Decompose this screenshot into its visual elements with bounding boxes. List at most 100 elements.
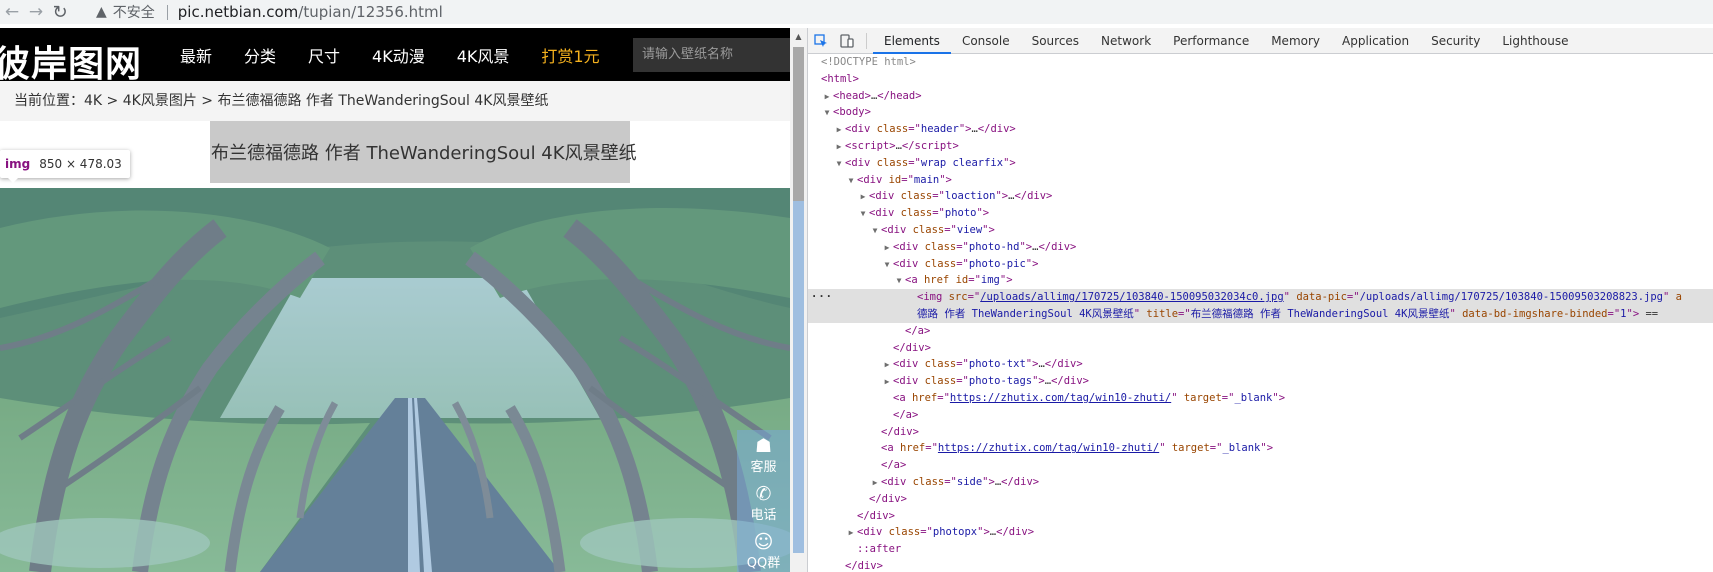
dom-node-main-div[interactable]: ▼ <div id="main"> — [808, 172, 1713, 189]
dom-node-a-close[interactable]: </a> — [808, 407, 1713, 424]
collapsed-ellipsis: … — [870, 89, 878, 102]
dom-node-img-selected[interactable]: ··· <img src="/uploads/allimg/170725/1038… — [808, 289, 1713, 306]
collapse-triangle-icon[interactable]: ▼ — [821, 105, 833, 122]
zhutix-link[interactable]: https://zhutix.com/tag/win10-zhuti/ — [950, 392, 1171, 404]
tab-application[interactable]: Application — [1331, 28, 1420, 54]
nav-4k-landscape[interactable]: 4K风景 — [457, 43, 510, 67]
dom-node-photopx-div[interactable]: ▶ <div class="photopx">…</div> — [808, 524, 1713, 541]
reload-button[interactable]: ↻ — [48, 0, 72, 24]
warning-icon[interactable]: ▲ — [96, 4, 107, 20]
dom-node-photo-pic-div[interactable]: ▼ <div class="photo-pic"> — [808, 256, 1713, 273]
dom-node-wrap-div[interactable]: ▼ <div class="wrap clearfix"> — [808, 155, 1713, 172]
attr-value: wrap clearfix — [920, 156, 1004, 169]
nav-4k-anime[interactable]: 4K动漫 — [372, 43, 425, 67]
dom-node-header-div[interactable]: ▶ <div class="header">…</div> — [808, 121, 1713, 138]
qq-group-button[interactable]: ☺ QQ群 — [737, 526, 790, 572]
dom-node-a-close[interactable]: </a> — [808, 457, 1713, 474]
dom-node-view-div[interactable]: ▼ <div class="view"> — [808, 222, 1713, 239]
attr-value: 1 — [1620, 307, 1627, 320]
wallpaper-image[interactable] — [0, 188, 790, 572]
dom-node-photo-hd-div[interactable]: ▶ <div class="photo-hd">…</div> — [808, 239, 1713, 256]
collapse-triangle-icon[interactable]: ▼ — [881, 257, 893, 274]
device-toolbar-icon[interactable] — [834, 28, 860, 54]
expand-triangle-icon[interactable]: ▶ — [857, 189, 869, 206]
breadcrumb: 当前位置：4K > 4K风景图片 > 布兰德福德路 作者 TheWanderin… — [0, 81, 790, 121]
attr-value: photo-tags — [968, 375, 1033, 388]
inspect-overlay — [0, 188, 790, 572]
dom-node-a-close[interactable]: </a> — [808, 323, 1713, 340]
dom-node-img-selected-cont[interactable]: 德路 作者 TheWanderingSoul 4K风景壁纸" title="布兰… — [808, 305, 1713, 323]
nav-size[interactable]: 尺寸 — [308, 43, 340, 67]
expand-triangle-icon[interactable]: ▶ — [821, 89, 833, 106]
dom-node-body[interactable]: ▼ <body> — [808, 104, 1713, 121]
dom-node-div-close[interactable]: </div> — [808, 491, 1713, 508]
breadcrumb-item-4k[interactable]: 4K — [84, 93, 102, 109]
tab-lighthouse[interactable]: Lighthouse — [1491, 28, 1579, 54]
dom-node-photo-div[interactable]: ▼ <div class="photo"> — [808, 205, 1713, 222]
expand-triangle-icon[interactable]: ▶ — [881, 374, 893, 391]
dom-tree: <!DOCTYPE html> <html> ▶ <head>…</head> ▼… — [808, 54, 1713, 572]
dom-node-head[interactable]: ▶ <head>…</head> — [808, 88, 1713, 105]
tab-console[interactable]: Console — [951, 28, 1021, 54]
dom-node-div-close[interactable]: </div> — [808, 424, 1713, 441]
tab-memory[interactable]: Memory — [1260, 28, 1331, 54]
expand-triangle-icon[interactable]: ▶ — [845, 525, 857, 542]
expand-triangle-icon[interactable]: ▶ — [833, 139, 845, 156]
collapse-triangle-icon[interactable]: ▼ — [857, 206, 869, 223]
nav-category[interactable]: 分类 — [244, 43, 276, 67]
customer-service-button[interactable]: ☗ 客服 — [737, 430, 790, 478]
tab-sources[interactable]: Sources — [1021, 28, 1090, 54]
dom-node-a-link[interactable]: <a href="https://zhutix.com/tag/win10-zh… — [808, 440, 1713, 457]
zhutix-link[interactable]: https://zhutix.com/tag/win10-zhuti/ — [938, 442, 1159, 454]
nav-latest[interactable]: 最新 — [180, 43, 212, 67]
attr-value: /uploads/allimg/170725/103840-1500950320… — [1359, 291, 1663, 304]
forward-button[interactable]: → — [24, 0, 48, 24]
collapse-triangle-icon[interactable]: ▼ — [869, 223, 881, 240]
security-label[interactable]: 不安全 — [113, 2, 155, 22]
dom-node-photo-txt-div[interactable]: ▶ <div class="photo-txt">…</div> — [808, 356, 1713, 373]
tab-elements[interactable]: Elements — [873, 28, 951, 54]
tooltip-size: 850 × 478.03 — [39, 157, 122, 171]
dom-node-a-img[interactable]: ▼ <a href id="img"> — [808, 272, 1713, 289]
expand-triangle-icon[interactable]: ▶ — [881, 240, 893, 257]
page-scrollbar[interactable]: ▲ — [790, 28, 807, 572]
expand-triangle-icon[interactable]: ▶ — [869, 475, 881, 492]
dom-node-photo-tags-div[interactable]: ▶ <div class="photo-tags">…</div> — [808, 373, 1713, 390]
inspect-element-icon[interactable] — [808, 28, 834, 54]
site-search-input[interactable]: 请输入壁纸名称 — [633, 38, 790, 72]
dom-node-html[interactable]: <html> — [808, 71, 1713, 88]
dollar-zero-marker: == — [1645, 307, 1659, 320]
dom-node-div-close[interactable]: </div> — [808, 508, 1713, 525]
tab-security[interactable]: Security — [1420, 28, 1491, 54]
collapse-triangle-icon[interactable]: ▼ — [833, 156, 845, 173]
dom-node-div-close[interactable]: </div> — [808, 340, 1713, 357]
dom-node-div-close[interactable]: </div> — [808, 558, 1713, 572]
attr-value: side — [956, 475, 983, 488]
tab-performance[interactable]: Performance — [1162, 28, 1260, 54]
collapse-triangle-icon[interactable]: ▼ — [845, 173, 857, 190]
attr-value: loaction — [944, 190, 996, 203]
expand-triangle-icon[interactable]: ▶ — [833, 122, 845, 139]
dom-node-a-link[interactable]: <a href="https://zhutix.com/tag/win10-zh… — [808, 390, 1713, 407]
dom-node-doctype[interactable]: <!DOCTYPE html> — [808, 54, 1713, 71]
phone-button[interactable]: ✆ 电话 — [737, 478, 790, 526]
attr-value: photo-pic — [968, 257, 1026, 270]
url-field[interactable]: pic.netbian.com/tupian/12356.html — [178, 3, 443, 21]
dom-node-script[interactable]: ▶ <script>…</script> — [808, 138, 1713, 155]
attr-value: photo-hd — [968, 240, 1020, 253]
site-logo[interactable]: 彼岸图网 — [0, 35, 142, 87]
nav-donate[interactable]: 打赏1元 — [541, 43, 599, 67]
breadcrumb-item-landscape[interactable]: 4K风景图片 — [123, 93, 197, 109]
expand-triangle-icon[interactable]: ▶ — [881, 357, 893, 374]
dom-node-after[interactable]: ::after — [808, 541, 1713, 558]
tab-network[interactable]: Network — [1090, 28, 1162, 54]
dom-node-loaction-div[interactable]: ▶ <div class="loaction">…</div> — [808, 188, 1713, 205]
back-button[interactable]: ← — [0, 0, 24, 24]
dom-node-side-div[interactable]: ▶ <div class="side">…</div> — [808, 474, 1713, 491]
collapse-triangle-icon[interactable]: ▼ — [893, 273, 905, 290]
img-src-link[interactable]: /uploads/allimg/170725/103840-1500950320… — [980, 291, 1283, 303]
reload-icon: ↻ — [52, 1, 68, 23]
more-options-icon[interactable]: ··· — [808, 289, 833, 306]
scrollbar-thumb[interactable] — [793, 47, 804, 553]
scroll-up-icon[interactable]: ▲ — [790, 28, 807, 45]
